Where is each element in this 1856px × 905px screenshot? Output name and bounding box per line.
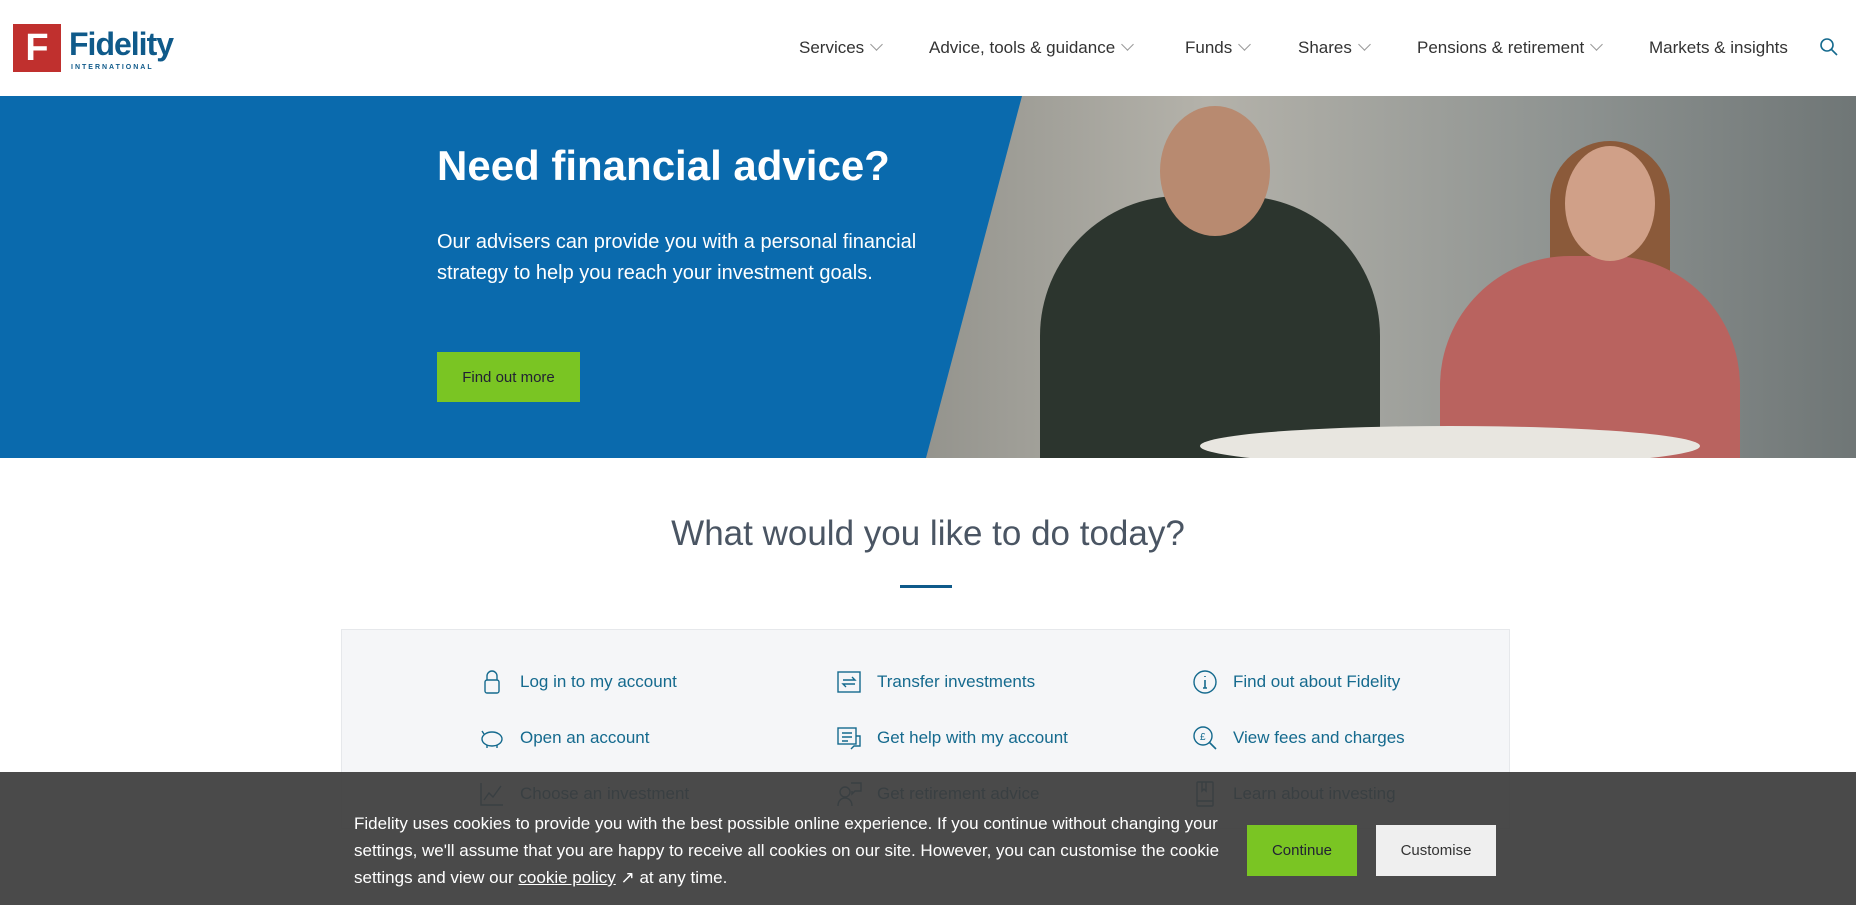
nav-shares[interactable]: Shares xyxy=(1298,38,1371,58)
cookie-policy-link[interactable]: cookie policy xyxy=(518,868,615,887)
nav-label: Pensions & retirement xyxy=(1417,38,1585,57)
logo-subtext: INTERNATIONAL xyxy=(71,64,154,71)
cookie-text-start: Fidelity uses cookies to provide you wit… xyxy=(354,814,1220,887)
task-label: Open an account xyxy=(520,728,650,747)
section-heading: What would you like to do today? xyxy=(671,514,1185,553)
fees-magnifier-icon: £ xyxy=(1193,726,1217,750)
task-link[interactable]: £ View fees and charges xyxy=(1191,724,1405,752)
transfer-icon xyxy=(837,671,861,693)
chevron-down-icon xyxy=(1238,38,1252,51)
find-out-more-button[interactable]: Find out more xyxy=(437,352,580,402)
nav-label: Markets & insights xyxy=(1649,38,1788,57)
chevron-down-icon xyxy=(1358,38,1371,51)
nav-label: Services xyxy=(799,38,865,57)
nav-label: Funds xyxy=(1185,38,1233,57)
nav-services[interactable]: Services xyxy=(799,38,884,58)
task-label: Transfer investments xyxy=(877,672,1036,691)
help-chat-icon xyxy=(837,727,861,750)
svg-text:£: £ xyxy=(1200,732,1206,743)
logo-text: Fidelity xyxy=(69,26,174,62)
heading-underline xyxy=(900,585,952,588)
fidelity-logo[interactable]: F Fidelity INTERNATIONAL xyxy=(13,24,174,74)
customise-button[interactable]: Customise xyxy=(1376,825,1496,876)
nav-label: Shares xyxy=(1298,38,1352,57)
cookie-text-end: at any time. xyxy=(634,868,728,887)
task-link[interactable]: Open an account xyxy=(478,724,649,752)
nav-advice[interactable]: Advice, tools & guidance xyxy=(929,38,1135,58)
task-label: Get help with my account xyxy=(877,728,1068,747)
nav-funds[interactable]: Funds xyxy=(1185,38,1252,58)
chevron-down-icon xyxy=(1590,38,1604,51)
task-label: Log in to my account xyxy=(520,672,677,691)
lock-icon xyxy=(484,670,500,694)
hero-banner: Need financial advice? Our advisers can … xyxy=(0,96,1856,458)
search-icon[interactable] xyxy=(1818,36,1840,58)
task-label: View fees and charges xyxy=(1233,728,1405,747)
nav-label: Advice, tools & guidance xyxy=(929,38,1116,57)
task-link[interactable]: Transfer investments xyxy=(835,668,1035,696)
nav-markets[interactable]: Markets & insights xyxy=(1649,38,1788,58)
site-header: F Fidelity INTERNATIONAL Services Advice… xyxy=(0,0,1856,96)
hero-title: Need financial advice? xyxy=(437,142,890,189)
hero-text: Our advisers can provide you with a pers… xyxy=(437,231,917,284)
task-link[interactable]: Get help with my account xyxy=(835,724,1068,752)
cookie-text: Fidelity uses cookies to provide you wit… xyxy=(354,810,1224,891)
chevron-down-icon xyxy=(1121,38,1135,51)
continue-button[interactable]: Continue xyxy=(1247,825,1357,876)
piggy-bank-icon xyxy=(481,730,503,748)
task-label: Find out about Fidelity xyxy=(1233,672,1401,691)
chevron-down-icon xyxy=(870,38,884,51)
task-link[interactable]: Find out about Fidelity xyxy=(1191,668,1400,696)
task-link[interactable]: Log in to my account xyxy=(478,668,677,696)
cookie-banner: Fidelity uses cookies to provide you wit… xyxy=(0,772,1856,905)
external-link-icon: ↗ xyxy=(620,868,635,887)
info-icon xyxy=(1193,670,1217,694)
nav-pensions[interactable]: Pensions & retirement xyxy=(1417,38,1604,58)
logo-mark: F xyxy=(13,24,61,72)
